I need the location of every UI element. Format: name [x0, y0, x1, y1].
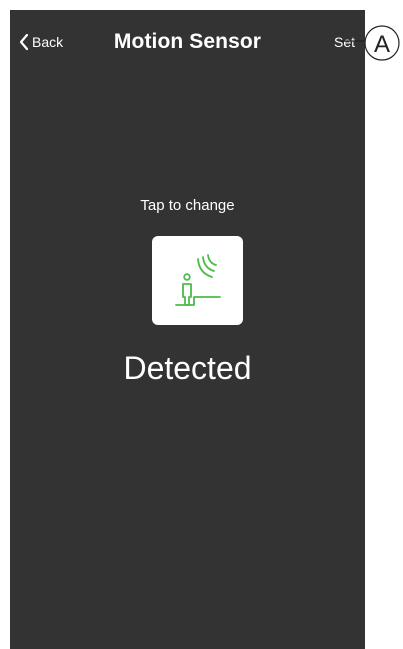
app-screen: Back Motion Sensor Set Tap to change Det… [10, 10, 365, 649]
tap-hint: Tap to change [140, 197, 235, 214]
back-label: Back [32, 34, 64, 50]
sensor-state-label: Detected [123, 350, 252, 386]
top-bar: Back Motion Sensor Set [10, 10, 365, 76]
page-title: Motion Sensor [113, 30, 262, 53]
callout-letter: A [374, 31, 390, 58]
chevron-left-icon [19, 33, 29, 51]
set-button[interactable]: Set [334, 32, 355, 52]
screenshot-canvas: Back Motion Sensor Set Tap to change Det… [0, 0, 403, 649]
back-button[interactable]: Back [18, 32, 63, 52]
sensor-state-tile[interactable] [152, 236, 243, 325]
motion-sensor-person-icon [174, 253, 221, 306]
